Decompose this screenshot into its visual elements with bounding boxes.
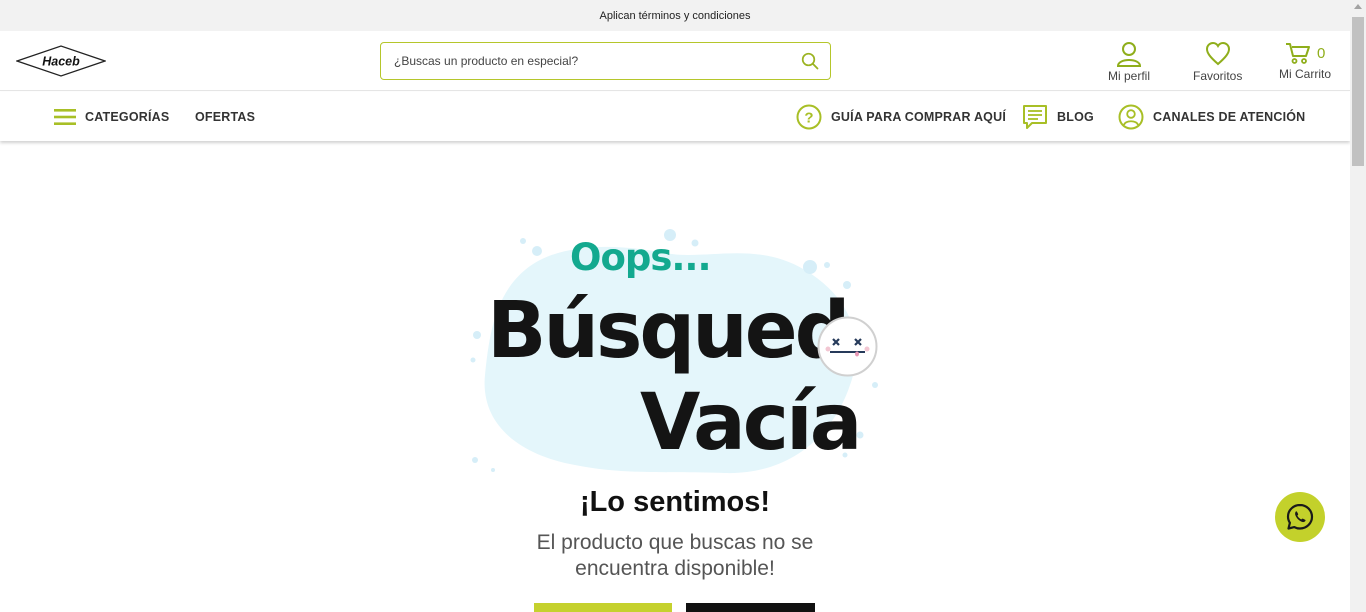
oops-heading: Oops... xyxy=(570,236,712,279)
nav-channels-label: CANALES DE ATENCIÓN xyxy=(1153,109,1306,124)
nav-channels[interactable]: CANALES DE ATENCIÓN xyxy=(1118,92,1305,141)
nav-categories[interactable]: CATEGORÍAS xyxy=(54,92,169,141)
user-icon xyxy=(1116,42,1142,67)
haceb-logo[interactable]: Haceb xyxy=(16,45,106,77)
svg-text:?: ? xyxy=(804,109,813,126)
nav-guide[interactable]: ? GUÍA PARA COMPRAR AQUÍ xyxy=(796,92,1006,141)
search-icon[interactable] xyxy=(790,43,830,79)
whatsapp-button[interactable] xyxy=(1275,492,1325,542)
profile-link[interactable]: Mi perfil xyxy=(1108,41,1150,83)
blog-icon xyxy=(1023,104,1047,129)
announcement-bar: Aplican términos y condiciones xyxy=(0,0,1350,31)
scroll-up-arrow-icon[interactable] xyxy=(1354,4,1362,9)
announcement-text[interactable]: Aplican términos y condiciones xyxy=(599,10,750,22)
support-user-icon xyxy=(1118,104,1144,129)
header: Haceb Mi perfil Favoritos 0 Mi Carrito xyxy=(0,31,1350,91)
search-input[interactable] xyxy=(381,43,790,79)
favorites-link[interactable]: Favoritos xyxy=(1193,41,1242,83)
scrollbar-thumb[interactable] xyxy=(1352,17,1364,166)
empty-search-title-line2: Vacía xyxy=(640,378,862,468)
sorry-heading: ¡Lo sentimos! xyxy=(579,486,771,518)
nav-guide-label: GUÍA PARA COMPRAR AQUÍ xyxy=(831,109,1006,124)
heart-icon xyxy=(1205,41,1230,66)
cart-link[interactable]: 0 Mi Carrito xyxy=(1279,41,1331,81)
nav-offers[interactable]: OFERTAS xyxy=(195,92,255,141)
nav-blog[interactable]: BLOG xyxy=(1022,92,1094,141)
main-nav: CATEGORÍAS OFERTAS ? GUÍA PARA COMPRAR A… xyxy=(0,92,1350,141)
logo-text: Haceb xyxy=(42,55,80,69)
not-found-description: El producto que buscas no se encuentra d… xyxy=(536,531,814,580)
question-icon: ? xyxy=(796,104,822,129)
primary-action-button[interactable] xyxy=(534,603,672,612)
sad-face-icon xyxy=(817,316,878,377)
nav-categories-label: CATEGORÍAS xyxy=(85,109,170,124)
empty-search-title-line1: Búsqued xyxy=(487,286,851,376)
whatsapp-icon xyxy=(1286,503,1314,530)
page: Aplican términos y condiciones Haceb Mi … xyxy=(0,0,1366,612)
cart-icon xyxy=(1286,43,1310,64)
favorites-label: Favoritos xyxy=(1193,69,1243,83)
cart-count: 0 xyxy=(1317,45,1326,62)
profile-label: Mi perfil xyxy=(1108,69,1151,83)
nav-offers-label: OFERTAS xyxy=(195,109,256,124)
search-box xyxy=(380,42,831,80)
secondary-action-button[interactable] xyxy=(686,603,815,612)
menu-icon xyxy=(54,108,76,125)
cart-label: Mi Carrito xyxy=(1279,67,1332,81)
nav-blog-label: BLOG xyxy=(1057,109,1094,124)
